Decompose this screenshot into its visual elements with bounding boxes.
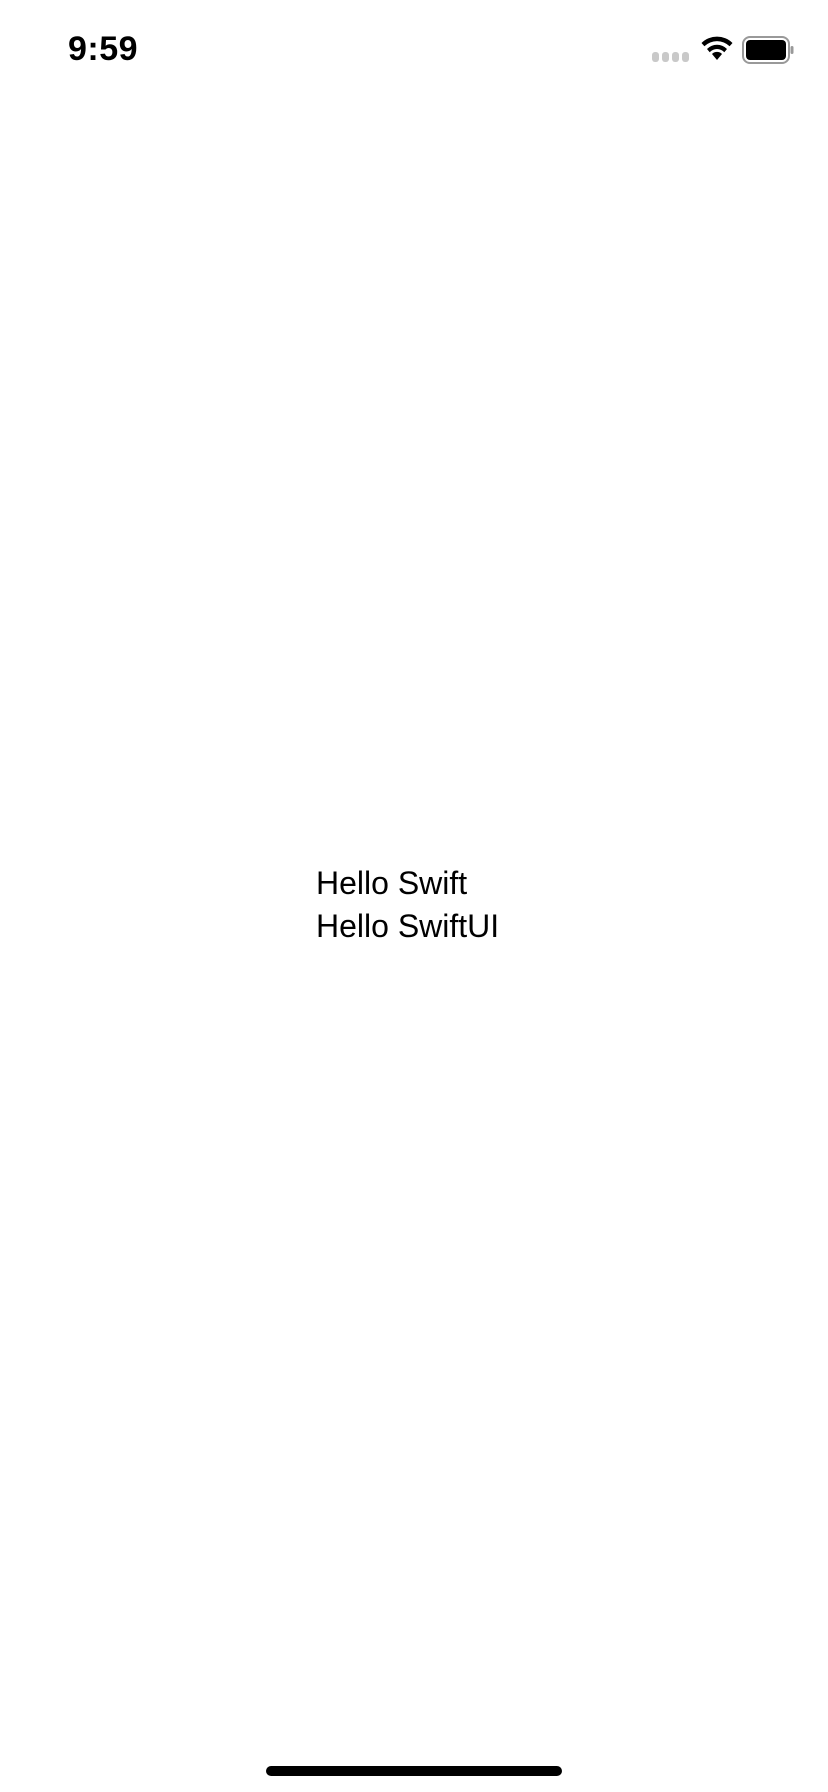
home-indicator[interactable] xyxy=(266,1766,562,1776)
status-bar: 9:59 xyxy=(0,0,828,100)
battery-icon xyxy=(742,36,794,64)
status-time: 9:59 xyxy=(68,30,139,68)
content-stack: Hello Swift Hello SwiftUI xyxy=(316,862,616,948)
wifi-icon xyxy=(701,36,733,60)
hello-swiftui-text: Hello SwiftUI xyxy=(316,908,500,944)
hello-swift-text: Hello Swift xyxy=(316,865,468,901)
cellular-signal-icon xyxy=(652,52,692,62)
